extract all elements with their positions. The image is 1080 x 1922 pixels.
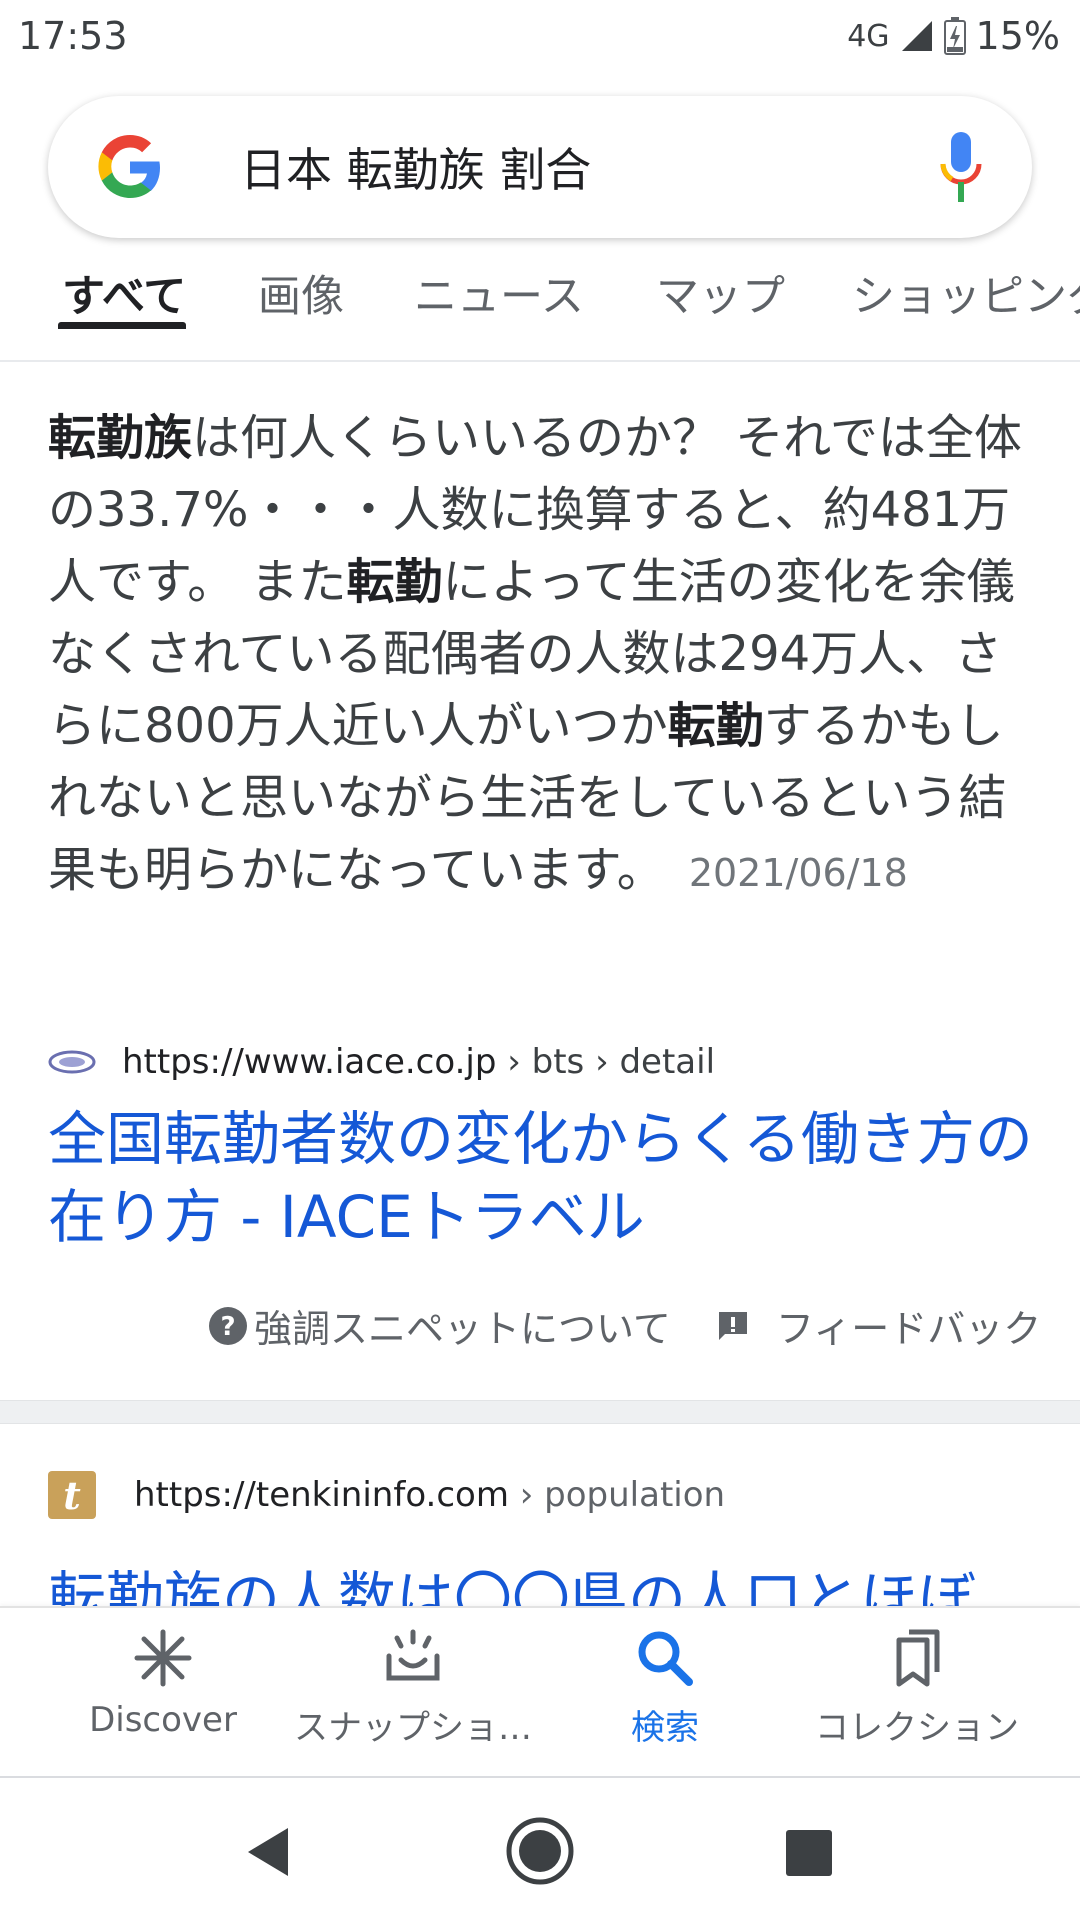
snippet-highlight: 転勤 xyxy=(667,698,764,754)
site-favicon-icon: t xyxy=(48,1471,96,1519)
search-box[interactable]: 日本 転勤族 割合 xyxy=(48,96,1032,238)
bottom-navigation: Discover スナップショ… 検索 コレクション xyxy=(0,1606,1080,1778)
tab-news[interactable]: ニュース xyxy=(414,262,584,324)
recents-icon[interactable] xyxy=(786,1830,832,1876)
help-icon: ? xyxy=(209,1306,247,1345)
asterisk-icon xyxy=(134,1629,192,1687)
result-url[interactable]: https://tenkininfo.com › population xyxy=(134,1475,725,1515)
system-navigation xyxy=(0,1776,1080,1922)
search-input[interactable]: 日本 転勤族 割合 xyxy=(240,134,591,200)
nav-discover[interactable]: Discover xyxy=(38,1626,288,1740)
active-tab-indicator xyxy=(58,322,186,329)
status-icons: 4G 15% xyxy=(847,14,1060,58)
status-bar: 17:53 4G 15% xyxy=(0,0,1080,76)
site-favicon-icon xyxy=(48,1050,96,1074)
tab-all[interactable]: すべて xyxy=(62,262,186,324)
snippet-highlight: 転勤族 xyxy=(48,410,193,466)
nav-collections[interactable]: コレクション xyxy=(792,1626,1042,1749)
result-url[interactable]: https://www.iace.co.jp › bts › detail xyxy=(122,1042,715,1082)
google-logo-icon[interactable] xyxy=(94,131,166,203)
tab-images[interactable]: 画像 xyxy=(258,262,344,324)
feedback-link[interactable]: フィードバック xyxy=(716,1298,1041,1353)
tab-maps[interactable]: マップ xyxy=(656,262,785,324)
nav-search[interactable]: 検索 xyxy=(540,1626,790,1749)
status-time: 17:53 xyxy=(18,14,128,58)
search-icon xyxy=(638,1631,693,1686)
snippet-date: 2021/06/18 xyxy=(688,851,908,895)
microphone-icon[interactable] xyxy=(938,130,984,204)
search-tabs: すべて 画像 ニュース マップ ショッピング xyxy=(0,252,1080,362)
about-featured-snippets-link[interactable]: ? 強調スニペットについて xyxy=(208,1298,671,1353)
result-source[interactable]: https://www.iace.co.jp › bts › detail xyxy=(48,1038,715,1086)
network-type: 4G xyxy=(847,18,890,54)
featured-snippet: 転勤族は何人くらいいるのか？ それでは全体の33.7%・・・人数に換算すると、約… xyxy=(48,402,1032,909)
nav-snapshot[interactable]: スナップショ… xyxy=(288,1626,538,1749)
results-divider xyxy=(0,1400,1080,1424)
collections-icon xyxy=(896,1629,940,1687)
snippet-highlight: 転勤 xyxy=(346,554,443,610)
result-title-link[interactable]: 転勤族の人数は〇〇県の人口とほぼ xyxy=(48,1560,1048,1606)
result-breadcrumb: › bts › detail xyxy=(496,1042,716,1082)
result-breadcrumb: › population xyxy=(508,1475,726,1515)
result-title-link[interactable]: 全国転勤者数の変化からくる働き方の在り方 - IACEトラベル xyxy=(48,1100,1038,1256)
home-icon[interactable] xyxy=(505,1816,575,1886)
back-icon[interactable] xyxy=(244,1826,292,1878)
feedback-icon xyxy=(719,1311,747,1340)
result-source[interactable]: t https://tenkininfo.com › population xyxy=(48,1470,725,1520)
snippet-footer: ? 強調スニペットについて フィードバック xyxy=(0,1298,1080,1358)
tab-shopping[interactable]: ショッピング xyxy=(852,262,1080,324)
svg-text:?: ? xyxy=(220,1312,235,1342)
battery-percent: 15% xyxy=(975,14,1060,58)
snapshot-icon xyxy=(386,1629,440,1681)
signal-icon xyxy=(901,21,932,51)
result-title-clip: 転勤族の人数は〇〇県の人口とほぼ xyxy=(48,1560,1048,1606)
battery-icon xyxy=(943,17,966,55)
